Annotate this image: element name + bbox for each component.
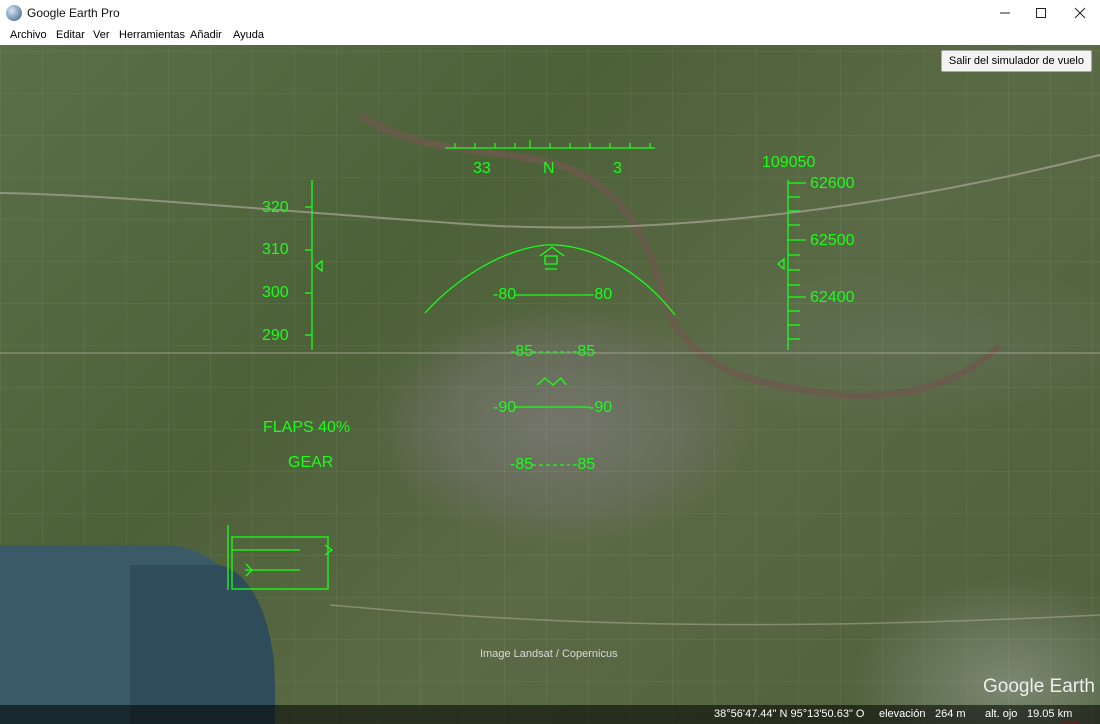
cursor-coordinates: 38°56'47.44" N 95°13'50.63" O [714,708,865,720]
close-button[interactable] [1062,0,1098,26]
speed-label-290: 290 [262,327,289,344]
elevation-value: 264 m [935,708,966,720]
menu-herramientas[interactable]: Herramientas [119,29,185,41]
heading-bug [539,246,565,257]
speed-pointer [314,259,323,273]
bank-indicator [544,255,558,265]
speed-tape-ticks [305,206,312,336]
pitch-label-right-1: -80 [589,286,613,303]
pitch-label-left-3: -90 [493,399,517,416]
altitude-label-62500: 62500 [810,232,855,249]
hud-graphics [0,112,1100,626]
menu-archivo[interactable]: Archivo [10,29,47,41]
heading-north-label: N [543,160,555,177]
pitch-label-left-1: -80 [493,286,517,303]
speed-label-320: 320 [262,199,289,216]
menu-bar: Archivo Editar Ver Herramientas Añadir A… [0,26,1100,45]
river [358,112,1003,400]
pitch-label-left-2: -85 [510,343,534,360]
aircraft-symbol [536,377,567,386]
altitude-readout: 109050 [762,154,816,171]
landing-box [231,536,329,590]
menu-anadir[interactable]: Añadir [190,29,222,41]
speed-label-310: 310 [262,241,289,258]
eye-altitude-value: 19.05 km [1027,708,1073,720]
status-bar: 38°56'47.44" N 95°13'50.63" O elevación … [0,705,1100,724]
exit-flight-simulator-button[interactable]: Salir del simulador de vuelo [940,50,1092,72]
maximize-icon [1036,8,1046,18]
minimize-icon [1000,12,1010,14]
heading-ticks [454,140,651,148]
pitch-label-left-4: -85 [510,456,534,473]
google-earth-logo-icon [6,5,22,21]
elevation-label: elevación [879,708,926,720]
speed-label-300: 300 [262,284,289,301]
close-icon [1074,7,1086,19]
heading-right-label: 3 [613,160,622,177]
altitude-label-62400: 62400 [810,289,855,306]
pitch-label-right-2: -85 [572,343,596,360]
menu-ver[interactable]: Ver [93,29,110,41]
altitude-tape-ticks [788,182,806,340]
gear-indicator: GEAR [288,454,334,471]
title-bar: Google Earth Pro [0,0,1100,26]
altitude-pointer [776,257,785,271]
eye-altitude-label: alt. ojo [985,708,1018,720]
earth-view[interactable]: 33 N 3 320 310 300 290 109050 62600 6250… [0,45,1100,724]
flaps-indicator: FLAPS 40% [263,419,351,436]
road-south [329,604,1100,626]
pitch-label-right-3: -90 [589,399,613,416]
google-earth-watermark: Google Earth [983,676,1095,697]
menu-editar[interactable]: Editar [56,29,85,41]
minimize-button[interactable] [987,0,1023,26]
pitch-label-right-4: -85 [572,456,596,473]
window-title: Google Earth Pro [27,6,120,20]
heading-left-label: 33 [473,160,491,177]
imagery-attribution: Image Landsat / Copernicus [480,648,618,660]
menu-ayuda[interactable]: Ayuda [233,29,264,41]
altitude-label-62600: 62600 [810,175,855,192]
maximize-button[interactable] [1023,0,1059,26]
